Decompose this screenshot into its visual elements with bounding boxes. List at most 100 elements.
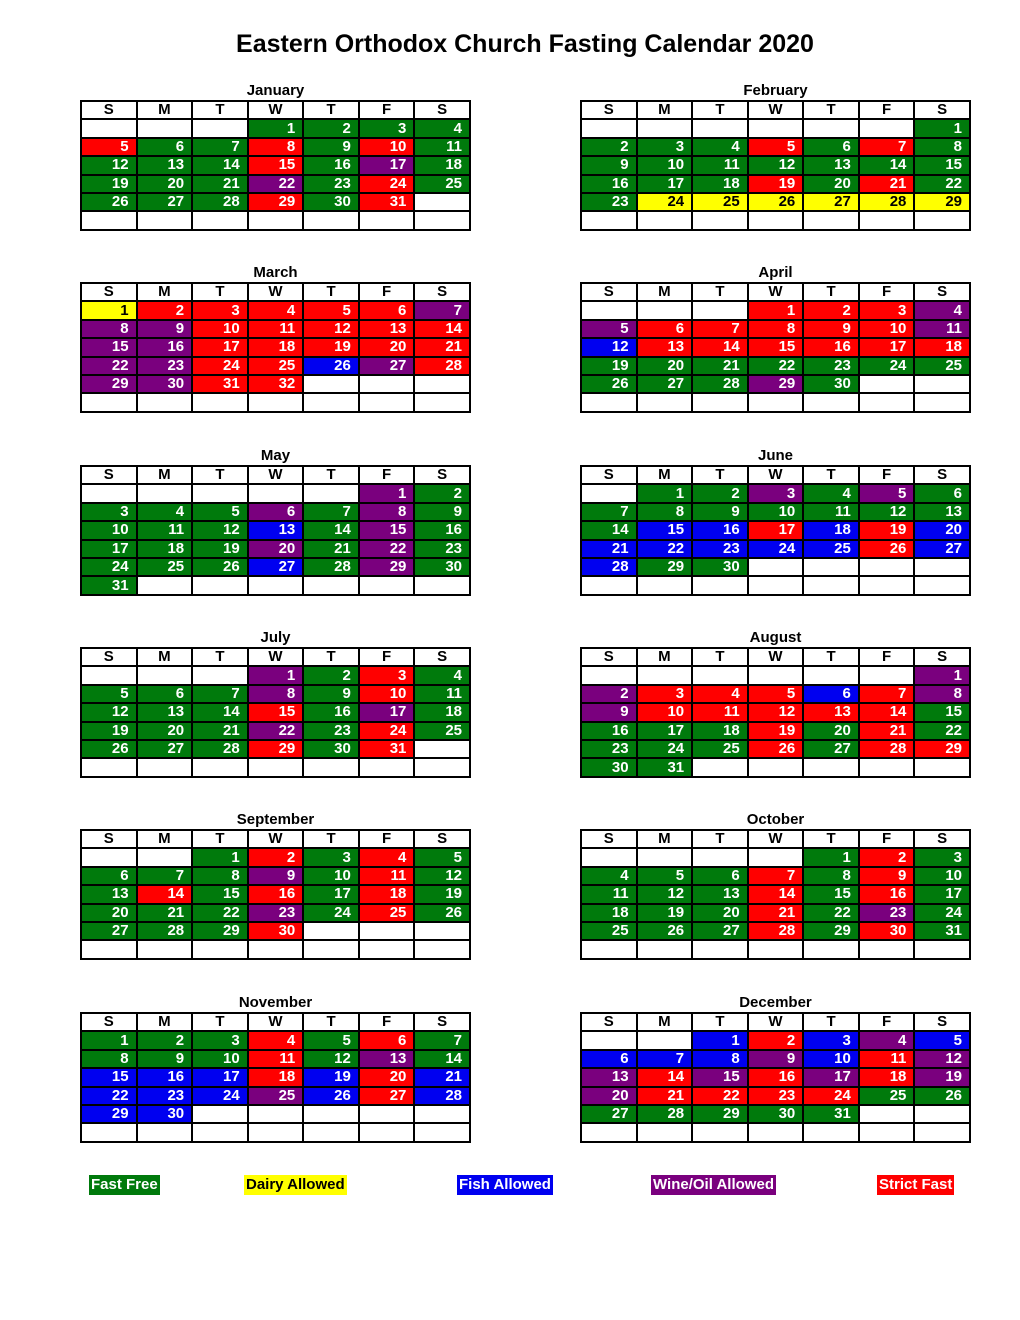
day-cell: 24 <box>746 538 805 559</box>
empty-cell <box>80 665 138 686</box>
week-row <box>580 210 971 231</box>
empty-cell <box>857 392 916 413</box>
day-cell: 32 <box>246 373 305 395</box>
day-cell: 9 <box>302 683 360 705</box>
day-cell: 12 <box>302 1048 360 1070</box>
weekday-header-row: SMTWTFS <box>80 646 471 668</box>
empty-cell <box>913 939 971 960</box>
day-cell: 13 <box>135 702 194 723</box>
day-cell: 19 <box>913 1067 971 1088</box>
empty-cell <box>691 757 749 778</box>
week-row: 1234567 <box>80 1030 471 1051</box>
weekday-header: T <box>302 646 360 668</box>
day-cell: 28 <box>413 355 471 376</box>
weekday-header: W <box>746 99 805 121</box>
weekday-header: T <box>691 464 749 486</box>
empty-cell <box>302 373 360 395</box>
day-cell: 23 <box>580 738 638 760</box>
empty-cell <box>746 939 805 960</box>
day-cell: 8 <box>246 683 305 705</box>
day-cell: 18 <box>135 538 194 559</box>
month-october: October S M T W T F S 1 2 3 4 5 6 7 8 9 10 11 12 13 14 15 16 17 1… <box>580 811 971 960</box>
empty-cell <box>691 665 749 686</box>
day-cell: 23 <box>246 902 305 923</box>
day-cell: 25 <box>691 191 749 213</box>
weekday-header: F <box>857 646 916 668</box>
day-cell: 9 <box>746 1048 805 1070</box>
day-cell: 7 <box>635 1048 694 1070</box>
day-cell: 27 <box>580 1103 638 1125</box>
day-cell: 25 <box>691 738 749 760</box>
empty-cell <box>302 483 360 504</box>
month-name: July <box>260 629 291 646</box>
day-cell: 17 <box>80 538 138 559</box>
day-cell: 15 <box>191 884 249 905</box>
day-cell: 5 <box>80 136 138 158</box>
day-cell: 8 <box>246 136 305 158</box>
weekday-header: W <box>246 99 305 121</box>
day-cell: 10 <box>357 136 416 158</box>
day-cell: 11 <box>802 501 860 523</box>
empty-cell <box>802 1122 860 1143</box>
week-row: 12 <box>80 483 471 504</box>
weekday-header: T <box>802 464 860 486</box>
day-cell: 4 <box>413 665 471 686</box>
weekday-header: S <box>580 464 638 486</box>
day-cell: 3 <box>746 483 805 504</box>
day-cell: 27 <box>802 191 860 213</box>
day-cell: 29 <box>246 191 305 213</box>
day-cell: 10 <box>746 501 805 523</box>
empty-cell <box>913 575 971 596</box>
day-cell: 21 <box>580 538 638 559</box>
empty-cell <box>857 1122 916 1143</box>
empty-cell <box>746 556 805 578</box>
weekday-header: T <box>691 1011 749 1033</box>
week-row <box>580 575 971 596</box>
day-cell: 25 <box>246 355 305 376</box>
day-cell: 27 <box>691 920 749 942</box>
day-cell: 17 <box>302 884 360 905</box>
day-cell: 11 <box>357 865 416 887</box>
empty-cell <box>413 738 471 760</box>
empty-cell <box>580 392 638 413</box>
day-cell: 13 <box>802 702 860 723</box>
day-cell: 3 <box>357 665 416 686</box>
day-cell: 20 <box>913 520 971 541</box>
day-cell: 23 <box>857 902 916 923</box>
weekday-header: F <box>857 828 916 850</box>
empty-cell <box>191 757 249 778</box>
day-cell: 1 <box>746 300 805 321</box>
weekday-header: S <box>413 281 471 303</box>
day-cell: 21 <box>635 1085 694 1106</box>
day-cell: 29 <box>246 738 305 760</box>
legend-item-wine-oil-allowed: Wine/Oil Allowed <box>651 1175 776 1195</box>
day-cell: 3 <box>802 1030 860 1051</box>
weekday-header: S <box>913 1011 971 1033</box>
empty-cell <box>746 575 805 596</box>
day-cell: 21 <box>413 1067 471 1088</box>
day-cell: 15 <box>80 337 138 358</box>
day-cell: 17 <box>913 884 971 905</box>
day-cell: 16 <box>802 337 860 358</box>
empty-cell <box>191 575 249 596</box>
day-cell: 9 <box>857 865 916 887</box>
day-cell: 23 <box>135 1085 194 1106</box>
day-cell: 23 <box>746 1085 805 1106</box>
week-row: 6 7 8 9 10 11 12 <box>80 865 471 887</box>
day-cell: 22 <box>691 1085 749 1106</box>
empty-cell <box>746 210 805 231</box>
week-row: 1 <box>580 118 971 139</box>
day-cell: 9 <box>580 155 638 176</box>
empty-cell <box>302 920 360 942</box>
day-cell: 5 <box>80 683 138 705</box>
day-cell: 14 <box>191 155 249 176</box>
day-cell: 3 <box>635 683 694 705</box>
empty-cell <box>746 118 805 139</box>
day-cell: 7 <box>857 683 916 705</box>
day-cell: 1 <box>357 483 416 504</box>
day-cell: 14 <box>302 520 360 541</box>
day-cell: 25 <box>857 1085 916 1106</box>
day-cell: 10 <box>80 520 138 541</box>
week-row: 15 16 17 18 19 20 21 <box>80 337 471 358</box>
weekday-header: T <box>302 99 360 121</box>
